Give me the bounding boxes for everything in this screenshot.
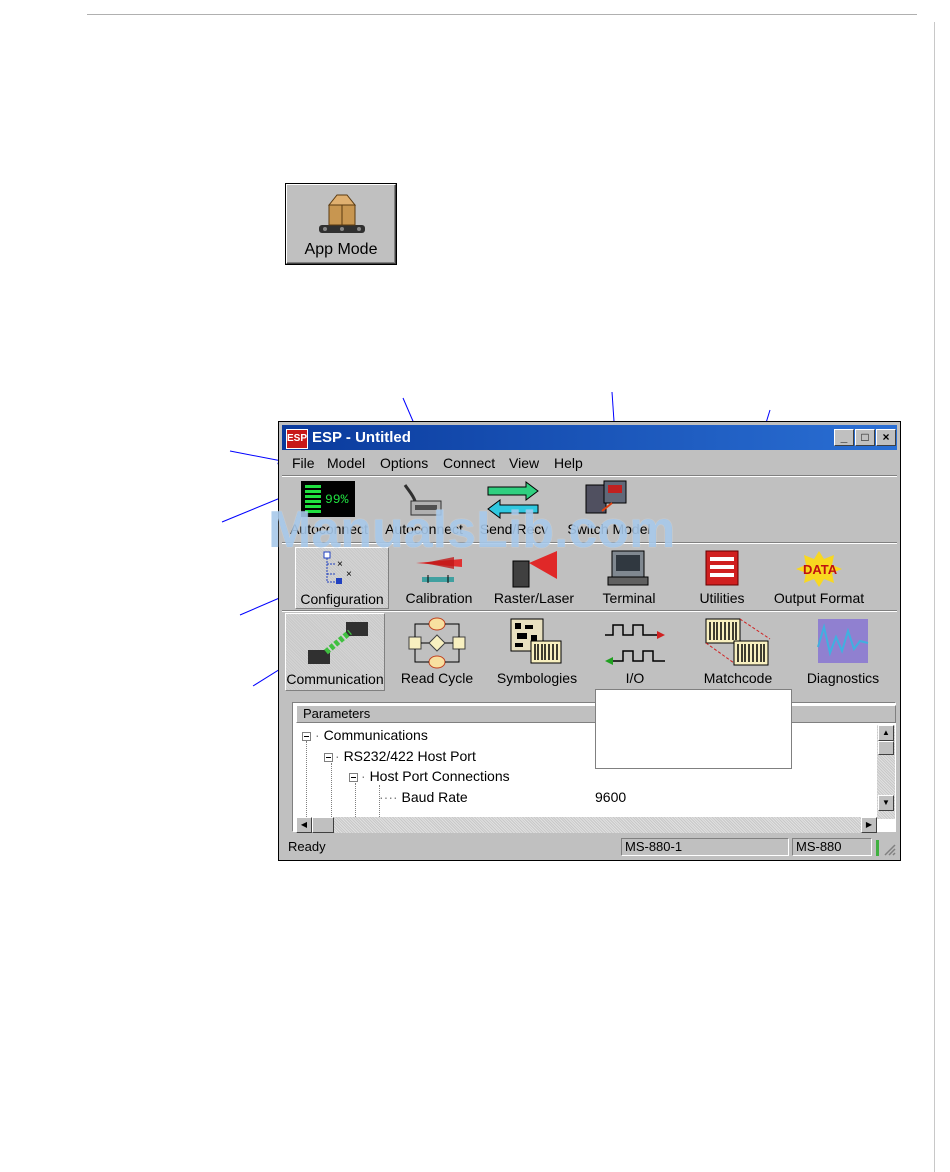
utilities-icon: [705, 550, 739, 586]
minimize-button[interactable]: _: [834, 429, 854, 446]
menu-file[interactable]: File: [292, 455, 315, 471]
tree-label-baud-rate: Baud Rate: [401, 789, 468, 805]
scroll-right-button[interactable]: ▶: [861, 817, 877, 833]
menu-options[interactable]: Options: [380, 455, 428, 471]
tree-row-rs232-host-port[interactable]: · RS232/422 Host Port: [335, 748, 476, 764]
menu-separator: [282, 475, 897, 477]
collapse-host-port-connections-icon[interactable]: [349, 773, 358, 782]
watermark: ManualsLib.com: [268, 501, 676, 559]
menu-bar: File Model Options Connect View Help: [282, 452, 897, 474]
toolbar-symbologies[interactable]: Symbologies: [489, 613, 585, 691]
toolbar-matchcode[interactable]: Matchcode: [689, 613, 787, 691]
esp-app-icon[interactable]: ESP: [286, 429, 308, 449]
toolbar-label-symbologies: Symbologies: [496, 670, 578, 686]
tree-row-host-port-connections[interactable]: · Host Port Connections: [361, 768, 510, 784]
horizontal-scroll-thumb[interactable]: [312, 817, 334, 833]
toolbar-communication[interactable]: Communication: [285, 613, 385, 691]
collapse-host-port-icon[interactable]: [324, 753, 333, 762]
io-pulse-icon: [605, 624, 665, 665]
menu-model[interactable]: Model: [327, 455, 365, 471]
toolbar-label-terminal: Terminal: [602, 590, 656, 606]
esp-window: ESP ESP - Untitled _ □ × File Model Opti…: [278, 421, 901, 861]
toolbar-label-communication: Communication: [286, 671, 384, 687]
tree-guide-3: [355, 783, 356, 819]
menu-view[interactable]: View: [509, 455, 539, 471]
toolbar-utilities[interactable]: Utilities: [679, 547, 765, 609]
tree-guide-2: [331, 763, 332, 819]
maximize-button[interactable]: □: [855, 429, 875, 446]
tree-label-host-port-connections: Host Port Connections: [369, 768, 510, 784]
resize-grip-icon[interactable]: [882, 842, 896, 856]
toolbar-label-read-cycle: Read Cycle: [400, 670, 474, 686]
data-output-icon: DATA: [796, 551, 842, 587]
toolbar-label-output-format: Output Format: [773, 590, 865, 606]
toolbar-label-raster-laser: Raster/Laser: [493, 590, 575, 606]
svg-text:×: ×: [346, 569, 352, 580]
read-cycle-flow-icon: [408, 617, 466, 669]
tree-guide-1: [306, 741, 307, 819]
toolbar2-separator: [282, 610, 897, 612]
scroll-down-button[interactable]: ▼: [878, 795, 894, 811]
toolbar-io[interactable]: I/O: [591, 613, 679, 691]
scroll-left-button[interactable]: ◀: [296, 817, 312, 833]
menu-connect[interactable]: Connect: [443, 455, 495, 471]
menu-help[interactable]: Help: [554, 455, 583, 471]
svg-text:×: ×: [337, 559, 343, 570]
vertical-scrollbar[interactable]: ▲ ▼: [877, 725, 895, 819]
toolbar-label-matchcode: Matchcode: [703, 670, 773, 686]
tree-label-communications: Communications: [323, 727, 428, 743]
tree-row-communications[interactable]: · Communications: [315, 727, 428, 743]
scroll-up-button[interactable]: ▲: [878, 725, 894, 741]
status-bar: Ready MS-880-1 MS-880: [282, 836, 897, 858]
toolbar-label-configuration: Configuration: [300, 591, 384, 607]
communication-icon: [308, 622, 368, 664]
symbologies-icon: [510, 618, 562, 664]
status-model-instance: MS-880-1: [621, 838, 789, 856]
connection-indicator: [876, 840, 879, 856]
collapse-communications-icon[interactable]: [302, 732, 311, 741]
toolbar-read-cycle[interactable]: Read Cycle: [392, 613, 482, 691]
toolbar-label-calibration: Calibration: [405, 590, 473, 606]
toolbar-output-format[interactable]: DATA Output Format: [769, 547, 869, 609]
window-title: ESP - Untitled: [312, 429, 411, 446]
matchcode-barcode-icon: [705, 618, 771, 666]
tree-row-baud-rate[interactable]: ···· Baud Rate: [379, 789, 468, 805]
close-button[interactable]: ×: [876, 429, 896, 446]
data-output-text: DATA: [803, 562, 838, 577]
horizontal-scrollbar[interactable]: ◀ ▶: [296, 817, 877, 833]
toolbar-label-diagnostics: Diagnostics: [806, 670, 880, 686]
baud-rate-value[interactable]: 9600: [595, 789, 626, 805]
title-bar[interactable]: ESP ESP - Untitled _ □ ×: [282, 425, 897, 450]
tree-label-rs232-host-port: RS232/422 Host Port: [343, 748, 476, 764]
vertical-scroll-thumb[interactable]: [878, 741, 894, 755]
blank-popup-panel: [595, 689, 792, 769]
parameters-panel: Parameters · Communications · RS232/422 …: [292, 702, 896, 833]
toolbar-label-io: I/O: [625, 670, 645, 686]
toolbar-diagnostics[interactable]: Diagnostics: [795, 613, 891, 691]
status-text: Ready: [288, 839, 326, 854]
diagnostics-wave-icon: [817, 619, 869, 663]
status-model: MS-880: [792, 838, 872, 856]
toolbar-label-utilities: Utilities: [699, 590, 745, 606]
